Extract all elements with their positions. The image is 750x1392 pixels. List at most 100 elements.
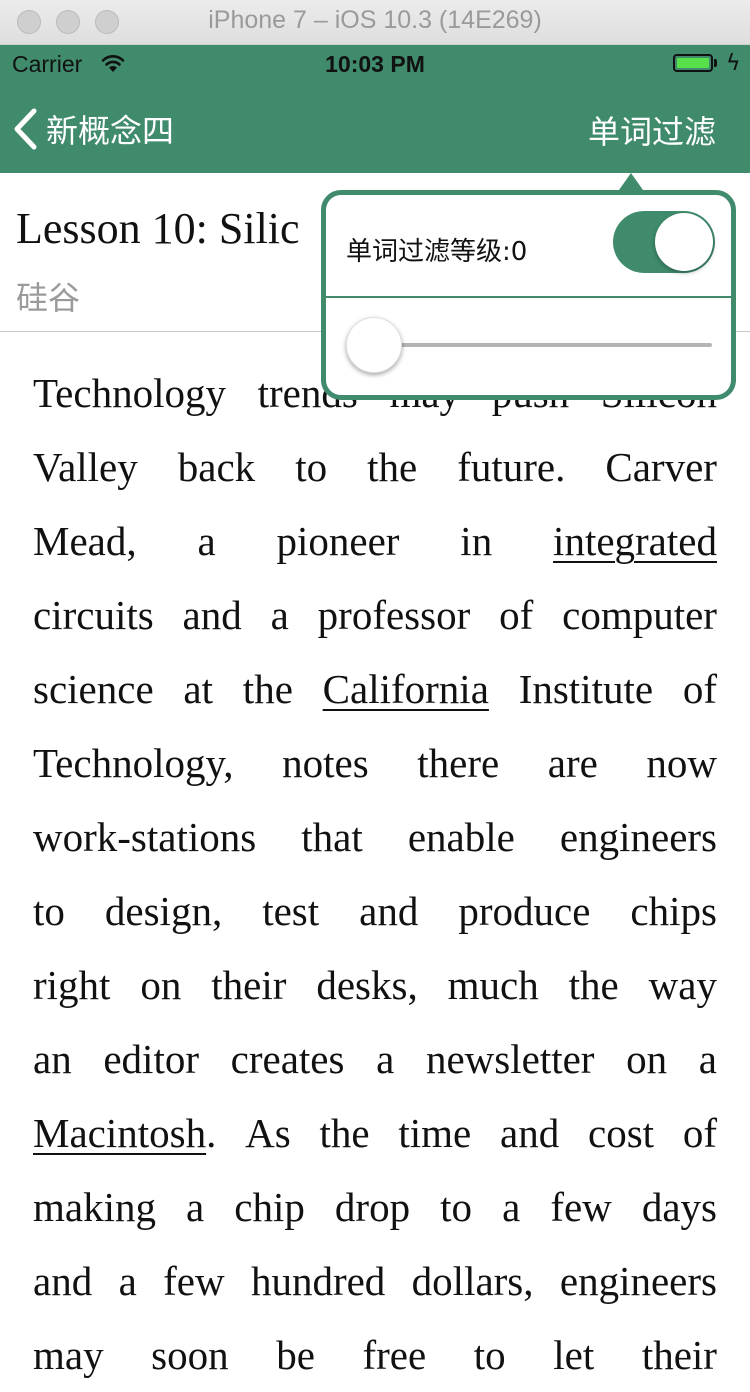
word: pioneer	[276, 518, 400, 564]
word-group: few	[163, 1244, 224, 1318]
word: to	[473, 1332, 506, 1378]
popover-arrow	[619, 173, 643, 190]
navigation-bar: 新概念四 单词过滤	[0, 85, 750, 173]
word-group: their	[642, 1318, 717, 1392]
word: now	[646, 740, 717, 786]
article-line: Technology, notes there are now	[33, 726, 717, 800]
word: of	[682, 666, 717, 712]
word-group: of	[683, 652, 717, 726]
word: soon	[151, 1332, 229, 1378]
status-bar: Carrier 10:03 PM ϟ	[0, 45, 750, 85]
word-filter-popover: 单词过滤等级:0	[321, 190, 736, 400]
word-group: making	[33, 1170, 156, 1244]
word: enable	[407, 814, 515, 860]
word-group: few	[550, 1170, 611, 1244]
word: an	[33, 1036, 72, 1082]
word-group: future.	[457, 430, 565, 504]
punctuation: .	[206, 1110, 217, 1156]
word-group: be	[276, 1318, 315, 1392]
word: circuits	[33, 592, 154, 638]
word: are	[547, 740, 598, 786]
word: that	[301, 814, 363, 860]
word: Carver	[605, 444, 717, 490]
word-group: are	[548, 726, 598, 800]
article-line: Mead, a pioneer in integrated	[33, 504, 717, 578]
word-group: chips	[630, 874, 717, 948]
word: free	[362, 1332, 427, 1378]
word-group: a	[119, 1244, 137, 1318]
word: back	[177, 444, 256, 490]
word: in	[460, 518, 493, 564]
word-group: time	[398, 1096, 471, 1170]
word-filter-button[interactable]: 单词过滤	[588, 107, 716, 153]
article-line: Macintosh. As the time and cost of	[33, 1096, 717, 1170]
slider-thumb[interactable]	[346, 317, 402, 373]
word: future.	[457, 444, 566, 490]
article-line: work-stations that enable engineers	[33, 800, 717, 874]
word: a	[118, 1258, 137, 1304]
word-group: and	[359, 874, 418, 948]
word-group: Technology	[33, 356, 226, 430]
highlighted-word-link[interactable]: integrated	[553, 518, 717, 564]
word-group: newsletter	[426, 1022, 594, 1096]
word: and	[33, 1258, 93, 1304]
filter-level-row: 单词过滤等级:0	[326, 195, 731, 298]
word: design,	[104, 888, 223, 934]
word-group: on	[626, 1022, 667, 1096]
word: the	[319, 1110, 370, 1156]
word-group: in	[460, 504, 492, 578]
word: test	[262, 888, 320, 934]
article-text: TechnologytrendsmaypushSiliconValleyback…	[33, 356, 717, 1392]
word-group: design,	[105, 874, 222, 948]
word-group: pioneer	[277, 504, 400, 578]
word: on	[626, 1036, 668, 1082]
word: and	[182, 592, 242, 638]
article-line: to design, test and produce chips	[33, 874, 717, 948]
word-group: a	[197, 504, 215, 578]
word-group: let	[553, 1318, 594, 1392]
filter-level-slider[interactable]	[346, 317, 712, 373]
word-group: Mead,	[33, 504, 137, 578]
word: their	[211, 962, 287, 1008]
word-group: and	[500, 1096, 559, 1170]
word: and	[500, 1110, 560, 1156]
word-group: of	[683, 1096, 717, 1170]
word: desks,	[316, 962, 418, 1008]
word: professor	[317, 592, 471, 638]
back-button[interactable]: 新概念四	[12, 101, 174, 157]
word: computer	[562, 592, 717, 638]
word-group: chip	[234, 1170, 305, 1244]
word-group: science	[33, 652, 154, 726]
word-group: notes	[282, 726, 369, 800]
highlighted-word-link[interactable]: Macintosh	[33, 1110, 206, 1156]
word-group: circuits	[33, 578, 154, 652]
word-group: back	[178, 430, 255, 504]
word: of	[499, 592, 534, 638]
word: a	[376, 1036, 395, 1082]
filter-toggle-switch[interactable]	[613, 211, 715, 273]
word-group: may	[33, 1318, 104, 1392]
highlighted-word-link[interactable]: California	[323, 666, 489, 712]
word: editor	[103, 1036, 199, 1082]
word: a	[270, 592, 289, 638]
charging-bolt-icon: ϟ	[726, 51, 741, 76]
word: produce	[458, 888, 591, 934]
word: way	[648, 962, 717, 1008]
battery-cap	[714, 59, 717, 67]
word-group: enable	[408, 800, 515, 874]
word-group: of	[499, 578, 533, 652]
word-group: a	[186, 1170, 204, 1244]
word-group: drop	[335, 1170, 410, 1244]
simulator-title-bar: iPhone 7 – iOS 10.3 (14E269)	[0, 0, 750, 45]
word: engineers	[559, 814, 717, 860]
battery-level	[677, 58, 709, 68]
word-group: a	[699, 1022, 717, 1096]
word-group: to	[474, 1318, 506, 1392]
word: chips	[630, 888, 717, 934]
word-group: Carver	[605, 430, 717, 504]
word-group: the	[319, 1096, 369, 1170]
simulator-title: iPhone 7 – iOS 10.3 (14E269)	[208, 6, 542, 34]
word: time	[398, 1110, 472, 1156]
word: the	[242, 666, 293, 712]
word: newsletter	[425, 1036, 595, 1082]
